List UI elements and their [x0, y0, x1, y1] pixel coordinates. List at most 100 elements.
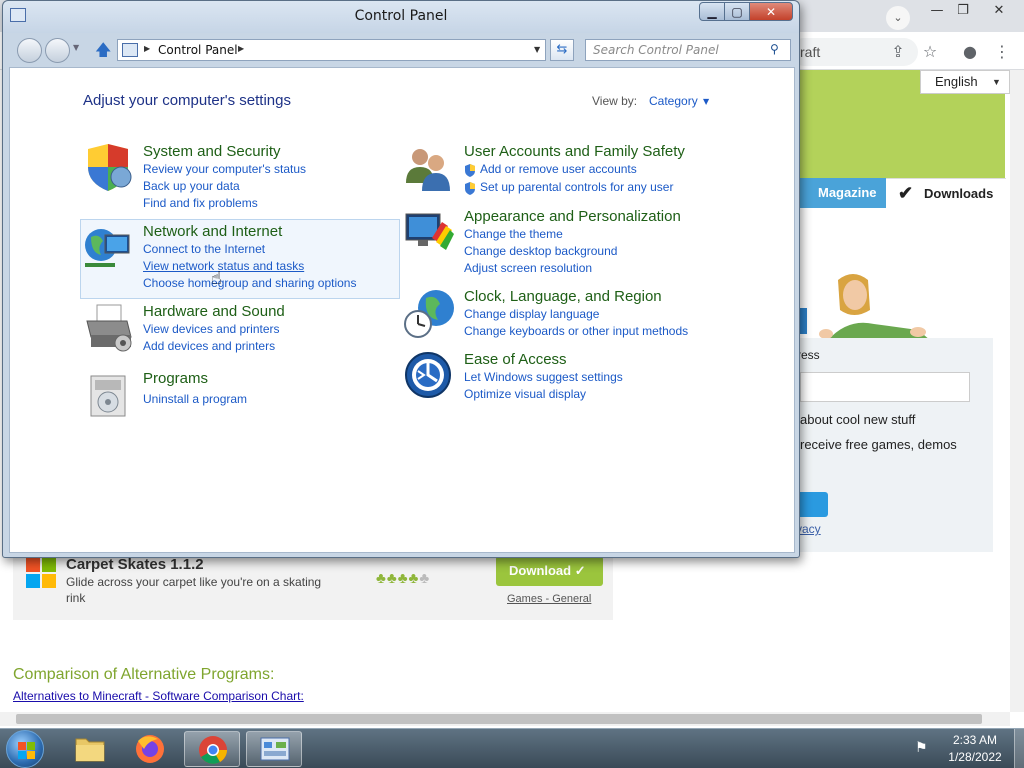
globe-network-icon: [85, 229, 130, 267]
link-screen-resolution[interactable]: Adjust screen resolution: [464, 261, 592, 275]
address-bar[interactable]: ▶ Control Panel ▶ ▼: [117, 39, 546, 61]
recent-pages-dropdown[interactable]: ▼: [73, 43, 79, 52]
breadcrumb-control-panel[interactable]: Control Panel: [158, 43, 238, 57]
hand-cursor-icon: ☝: [211, 268, 222, 289]
newsletter-mascot-image: [819, 274, 930, 340]
start-button[interactable]: [6, 730, 44, 768]
tab-downloads[interactable]: ✔ Downloads: [886, 178, 1006, 208]
browser-minimize-button[interactable]: —: [924, 2, 950, 20]
up-arrow-icon[interactable]: 🡅: [95, 39, 111, 66]
browser-close-button[interactable]: ✕: [986, 2, 1012, 20]
printer-icon: [86, 304, 132, 352]
category-title[interactable]: Appearance and Personalization: [464, 208, 681, 225]
uac-shield-icon: [465, 182, 475, 195]
category-title[interactable]: System and Security: [143, 143, 281, 160]
close-button[interactable]: ✕: [749, 2, 793, 21]
link-optimize-visual[interactable]: Optimize visual display: [464, 387, 586, 401]
link-backup-data[interactable]: Back up your data: [143, 179, 240, 193]
category-title[interactable]: Clock, Language, and Region: [464, 288, 662, 305]
link-desktop-background[interactable]: Change desktop background: [464, 244, 617, 258]
chevron-down-icon[interactable]: ▼: [703, 97, 709, 106]
page-heading: Adjust your computer's settings: [83, 92, 291, 109]
control-panel-content: Adjust your computer's settings View by:…: [9, 67, 795, 553]
download-label: Download: [509, 563, 572, 578]
link-uninstall-program[interactable]: Uninstall a program: [143, 392, 247, 406]
newsletter-email-input[interactable]: [800, 372, 970, 402]
search-icon[interactable]: ⚲: [770, 42, 779, 56]
download-button[interactable]: Download ✓: [496, 556, 603, 586]
search-input[interactable]: Search Control Panel ⚲: [585, 39, 791, 61]
forward-button[interactable]: [45, 38, 70, 63]
control-panel-window: Control Panel ▁ ▢ ✕ ▼ 🡅 ▶ Control Panel …: [2, 0, 800, 558]
link-find-fix-problems[interactable]: Find and fix problems: [143, 196, 258, 210]
rating-stars: ♣♣♣♣♣: [376, 570, 431, 587]
link-parental-controls[interactable]: Set up parental controls for any user: [480, 180, 673, 194]
checkmark-icon: ✔: [898, 183, 914, 203]
horizontal-scroll-thumb[interactable]: [16, 714, 982, 724]
comparison-title: Comparison of Alternative Programs:: [13, 666, 275, 683]
taskbar-chrome[interactable]: [184, 731, 240, 767]
shield-icon: [88, 144, 132, 191]
monitor-palette-icon: [405, 213, 454, 250]
address-history-dropdown[interactable]: ▼: [534, 45, 540, 54]
system-clock[interactable]: 2:33 AM 1/28/2022: [940, 732, 1010, 766]
tab-search-button[interactable]: ⌄: [886, 6, 910, 30]
view-by-dropdown[interactable]: Category: [649, 94, 698, 108]
language-value: English: [935, 74, 978, 89]
vertical-scrollbar[interactable]: [1010, 70, 1024, 712]
link-add-devices[interactable]: Add devices and printers: [143, 339, 275, 353]
newsletter-email-label: ress: [797, 348, 820, 362]
newsletter-option-1[interactable]: about cool new stuff: [800, 412, 915, 427]
taskbar-firefox[interactable]: [122, 731, 178, 767]
uac-shield-icon: [465, 164, 475, 177]
tab-magazine[interactable]: Magazine: [796, 178, 886, 208]
menu-kebab-icon[interactable]: ⋮: [990, 38, 1014, 66]
category-link[interactable]: Games - General: [507, 593, 591, 605]
link-view-devices[interactable]: View devices and printers: [143, 322, 280, 336]
link-homegroup-sharing[interactable]: Choose homegroup and sharing options: [143, 276, 356, 290]
link-review-status[interactable]: Review your computer's status: [143, 162, 306, 176]
back-button[interactable]: [17, 38, 42, 63]
bookmark-star-icon[interactable]: ☆: [918, 38, 942, 66]
action-center-flag-icon[interactable]: ⚑: [915, 740, 928, 756]
program-description: Glide across your carpet like you're on …: [66, 575, 322, 605]
link-change-theme[interactable]: Change the theme: [464, 227, 563, 241]
category-title[interactable]: Ease of Access: [464, 351, 567, 368]
show-desktop-button[interactable]: [1014, 729, 1024, 768]
clock-time: 2:33 AM: [952, 733, 998, 747]
address-text: raft: [800, 44, 821, 60]
category-title[interactable]: Hardware and Sound: [143, 303, 285, 320]
category-title[interactable]: Network and Internet: [143, 223, 282, 240]
category-title[interactable]: User Accounts and Family Safety: [464, 143, 685, 160]
ease-of-access-icon: [405, 352, 451, 398]
link-connect-internet[interactable]: Connect to the Internet: [143, 242, 265, 256]
comparison-link[interactable]: Alternatives to Minecraft - Software Com…: [13, 689, 304, 703]
refresh-button[interactable]: ⇆: [550, 39, 574, 61]
link-keyboards-input[interactable]: Change keyboards or other input methods: [464, 324, 688, 338]
share-icon[interactable]: ⇪: [886, 38, 910, 66]
folder-icon: [75, 738, 105, 762]
window-controls: ▁ ▢ ✕: [699, 2, 793, 22]
link-add-remove-users[interactable]: Add or remove user accounts: [480, 162, 637, 176]
link-view-network-status[interactable]: View network status and tasks: [143, 259, 304, 273]
category-title[interactable]: Programs: [143, 370, 208, 387]
browser-restore-button[interactable]: ❐: [950, 2, 976, 20]
breadcrumb-separator[interactable]: ▶: [238, 44, 244, 53]
window-title: Control Panel: [354, 8, 448, 24]
users-icon: [406, 149, 450, 191]
link-windows-suggest[interactable]: Let Windows suggest settings: [464, 370, 623, 384]
maximize-button[interactable]: ▢: [724, 2, 750, 21]
profile-icon[interactable]: ●: [958, 38, 982, 66]
firefox-icon: [136, 735, 164, 763]
programs-icon: [90, 375, 126, 417]
taskbar-control-panel[interactable]: [246, 731, 302, 767]
minimize-button[interactable]: ▁: [699, 2, 725, 21]
newsletter-option-2[interactable]: receive free games, demos: [800, 437, 957, 452]
link-display-language[interactable]: Change display language: [464, 307, 599, 321]
taskbar-file-explorer[interactable]: [62, 731, 118, 767]
breadcrumb-separator[interactable]: ▶: [144, 44, 150, 53]
tab-magazine-label: Magazine: [818, 185, 877, 200]
chrome-icon: [199, 736, 227, 764]
program-title[interactable]: Carpet Skates 1.1.2: [66, 556, 204, 573]
tab-downloads-label: Downloads: [924, 186, 994, 201]
